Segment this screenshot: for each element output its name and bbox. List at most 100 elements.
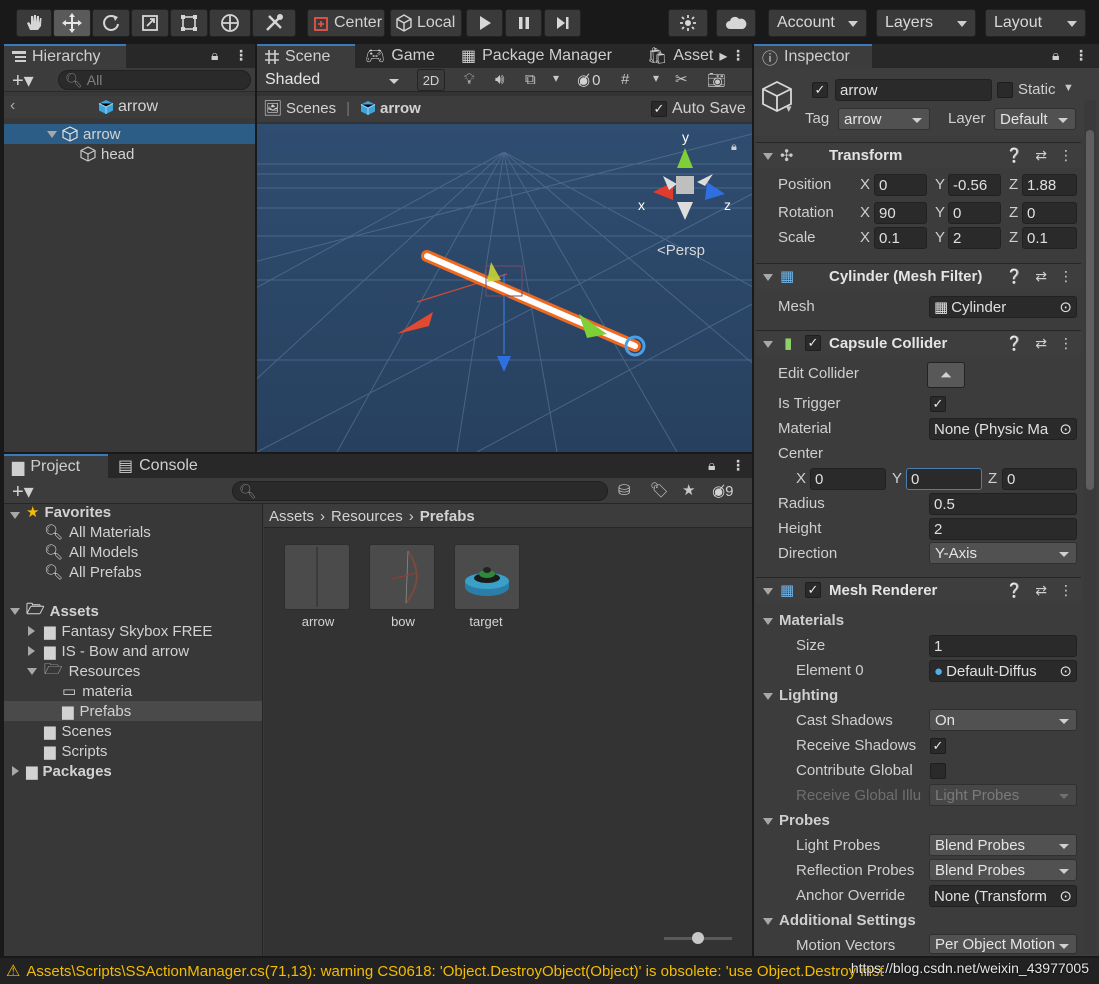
component-enabled-checkbox[interactable]: ✓ [805, 582, 821, 598]
scale-y-field[interactable]: 2 [948, 227, 1001, 249]
rotation-z-field[interactable]: 0 [1022, 202, 1077, 224]
favorites-header[interactable]: ★ Favorites [26, 502, 111, 522]
center-z-field[interactable]: 0 [1002, 468, 1077, 490]
rotate-tool-button[interactable] [92, 9, 130, 37]
project-search[interactable]: 🔍︎ [232, 481, 608, 501]
foldout-expanded-icon[interactable] [763, 274, 773, 281]
favorite-star-icon[interactable]: ★ [682, 481, 695, 499]
preset-icon[interactable]: ⇄ [1035, 147, 1047, 164]
component-enabled-checkbox[interactable]: ✓ [805, 335, 821, 351]
folder-item-prefabs[interactable]: ▆ Prefabs [62, 701, 131, 721]
preset-icon[interactable]: ⇄ [1035, 335, 1047, 352]
tab-game[interactable]: 🎮︎ Game [357, 44, 443, 68]
pause-button[interactable] [505, 9, 542, 37]
tab-project[interactable]: ▆ Project [4, 454, 108, 478]
foldout-collapsed-icon[interactable] [28, 646, 35, 656]
foldout-expanded-icon[interactable] [763, 918, 773, 925]
scrollbar-thumb[interactable] [1086, 130, 1094, 490]
scene-visibility-toggle[interactable]: ◉̸ 0 [577, 70, 600, 90]
scale-z-field[interactable]: 0.1 [1022, 227, 1077, 249]
foldout-expanded-icon[interactable] [10, 512, 20, 519]
contribute-global-checkbox[interactable] [930, 763, 946, 779]
scene-viewport[interactable]: y x z 🔒︎ <Persp [257, 124, 752, 452]
filter-type-icon[interactable]: ⛁ [618, 481, 631, 499]
mode-2d-button[interactable]: 2D [417, 69, 445, 91]
more-options-icon[interactable]: ⋮ [234, 47, 248, 64]
transform-component-header[interactable]: ✣ Transform ❔ ⇄ ⋮ [756, 142, 1081, 168]
foldout-expanded-icon[interactable] [763, 153, 773, 160]
lock-icon[interactable]: 🔒︎ [211, 47, 218, 64]
hand-tool-button[interactable] [16, 9, 52, 37]
preset-icon[interactable]: ⇄ [1035, 582, 1047, 599]
tab-console[interactable]: ▤ Console [110, 454, 206, 478]
list-item-selected[interactable]: arrow [4, 124, 255, 144]
rotation-y-field[interactable]: 0 [948, 202, 1001, 224]
chevron-down-icon[interactable]: ▾ [786, 102, 792, 115]
position-y-field[interactable]: -0.56 [948, 174, 1001, 196]
element-0-field[interactable]: ● Default-Diffus ⊙ [929, 660, 1077, 682]
mesh-filter-component-header[interactable]: ▦ Cylinder (Mesh Filter) ❔ ⇄ ⋮ [756, 263, 1081, 289]
move-tool-button[interactable] [53, 9, 91, 37]
shading-mode-dropdown[interactable]: Shaded [259, 69, 407, 91]
direction-dropdown[interactable]: Y-Axis [929, 542, 1077, 564]
foldout-expanded-icon[interactable] [763, 693, 773, 700]
pivot-mode-button[interactable]: Center [307, 9, 385, 37]
favorite-item[interactable]: 🔍︎ All Models [44, 542, 138, 562]
prefab-breadcrumb[interactable]: arrow [98, 97, 158, 117]
static-checkbox[interactable] [997, 82, 1013, 98]
thumbnail-size-slider[interactable] [664, 932, 732, 944]
account-dropdown[interactable]: Account [768, 9, 867, 37]
foldout-expanded-icon[interactable] [763, 341, 773, 348]
status-bar[interactable]: ⚠ Assets\Scripts\SSActionManager.cs(71,1… [0, 958, 1099, 984]
chevron-down-icon[interactable]: ▼ [1063, 82, 1074, 94]
foldout-expanded-icon[interactable] [47, 131, 57, 138]
tools-icon[interactable]: ✂ [675, 70, 688, 88]
active-checkbox[interactable]: ✓ [812, 82, 828, 98]
assets-header[interactable]: 🗁 Assets [26, 601, 99, 621]
folder-item[interactable]: 🗁 Resources [44, 661, 140, 681]
cast-shadows-dropdown[interactable]: On [929, 709, 1077, 731]
play-button[interactable] [466, 9, 503, 37]
object-name-field[interactable]: arrow [835, 79, 992, 101]
chevron-down-icon[interactable]: ▾ [553, 71, 559, 85]
breadcrumb-item[interactable]: Assets [269, 508, 314, 525]
create-plus-icon[interactable]: +▾ [12, 68, 34, 93]
list-item-selected[interactable] [4, 701, 262, 721]
collab-button[interactable] [668, 9, 708, 37]
tab-scene[interactable]: Scene [257, 44, 355, 68]
center-y-field[interactable]: 0 [906, 468, 982, 490]
tab-hierarchy[interactable]: Hierarchy [4, 44, 126, 68]
auto-save-checkbox[interactable]: ✓ [651, 101, 667, 117]
slider-thumb[interactable] [692, 932, 704, 944]
step-button[interactable] [544, 9, 581, 37]
object-picker-icon[interactable]: ⊙ [1059, 887, 1072, 905]
preset-icon[interactable]: ⇄ [1035, 268, 1047, 285]
motion-vectors-dropdown[interactable]: Per Object Motion [929, 934, 1077, 954]
chevron-down-icon[interactable]: ▾ [653, 71, 659, 85]
foldout-collapsed-icon[interactable] [12, 766, 19, 776]
position-x-field[interactable]: 0 [874, 174, 927, 196]
edit-collider-button[interactable]: ⏶ [927, 362, 965, 388]
pivot-rotation-button[interactable]: Local [390, 9, 462, 37]
custom-tool-button[interactable] [252, 9, 296, 37]
receive-shadows-checkbox[interactable]: ✓ [930, 738, 946, 754]
rotation-x-field[interactable]: 90 [874, 202, 927, 224]
help-icon[interactable]: ❔ [1006, 147, 1023, 164]
foldout-expanded-icon[interactable] [763, 818, 773, 825]
capsule-collider-component-header[interactable]: ▮ ✓ Capsule Collider ❔ ⇄ ⋮ [756, 330, 1081, 356]
object-picker-icon[interactable]: ⊙ [1059, 420, 1072, 438]
layout-dropdown[interactable]: Layout [985, 9, 1086, 37]
scale-tool-button[interactable] [131, 9, 169, 37]
folder-item[interactable]: ▆ IS - Bow and arrow [44, 641, 189, 661]
help-icon[interactable]: ❔ [1006, 582, 1023, 599]
packages-header[interactable]: ▆ Packages [26, 761, 112, 781]
folder-item[interactable]: ▆ Scripts [44, 741, 107, 761]
viewport-lock-icon[interactable]: 🔒︎ [731, 140, 737, 153]
tab-package-manager[interactable]: ▦ Package Manager [453, 44, 620, 68]
rect-tool-button[interactable] [170, 9, 208, 37]
breadcrumb-root[interactable]: Scenes [286, 100, 336, 117]
reflection-probes-dropdown[interactable]: Blend Probes [929, 859, 1077, 881]
breadcrumb-item[interactable]: arrow [380, 100, 421, 117]
effects-icon[interactable]: ⧉ [525, 71, 536, 88]
breadcrumb-item[interactable]: Resources [331, 508, 403, 525]
